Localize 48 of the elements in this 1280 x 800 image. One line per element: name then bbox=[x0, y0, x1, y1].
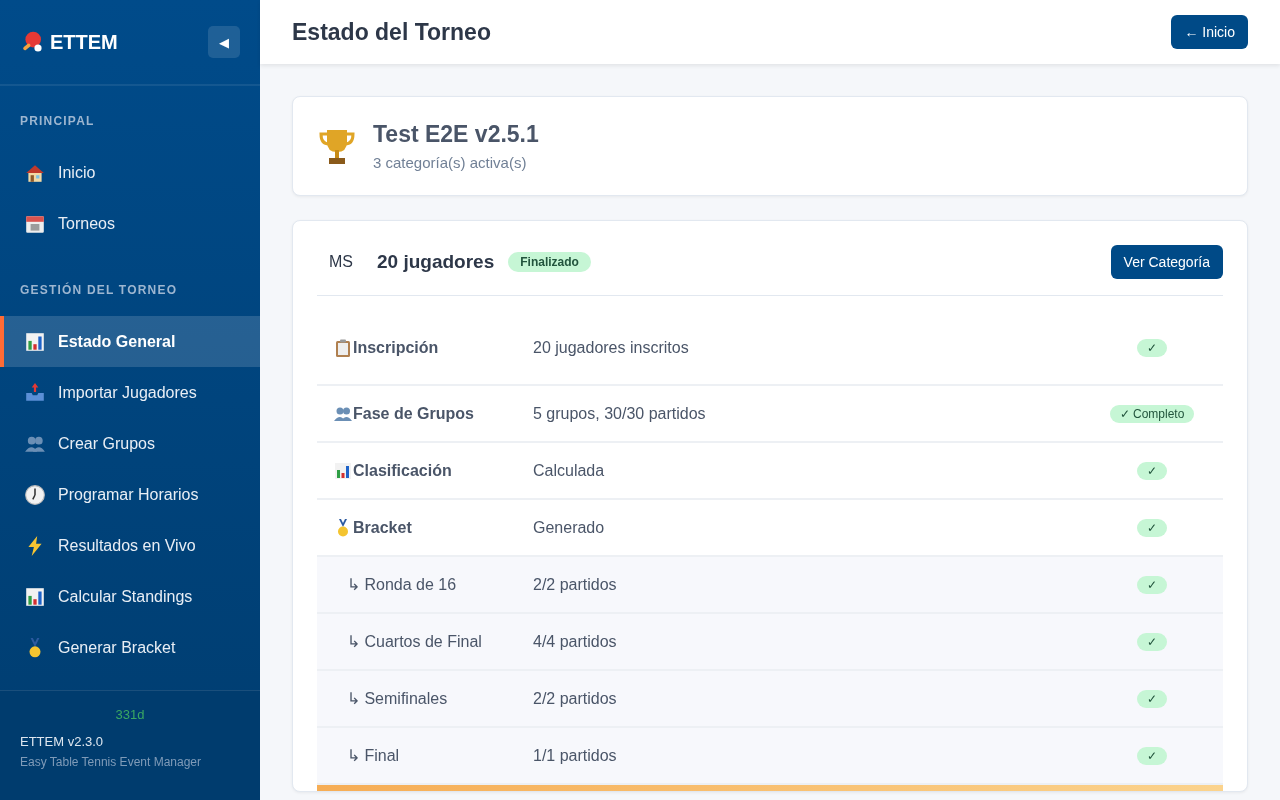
step-detail: 4/4 partidos bbox=[533, 632, 618, 651]
step-label: Inscripción bbox=[353, 339, 439, 357]
status-badge: ✓ bbox=[1137, 689, 1167, 708]
page-title: Estado del Torneo bbox=[292, 18, 491, 46]
status-badge: ✓ Completo bbox=[1109, 404, 1195, 423]
step-label: ↳ Semifinales bbox=[346, 689, 448, 708]
back-button[interactable]: ← Inicio bbox=[1171, 15, 1248, 49]
step-label: ↳ Cuartos de Final bbox=[346, 632, 482, 651]
status-badge: ✓ bbox=[1137, 339, 1167, 357]
status-badge: ✓ bbox=[1137, 746, 1167, 765]
nav-item[interactable]: Programar Horarios bbox=[0, 469, 260, 520]
status-badge: ✓ bbox=[1137, 632, 1167, 651]
step-detail: 2/2 partidos bbox=[533, 575, 618, 594]
status-badge: ✓ bbox=[1137, 575, 1167, 594]
nav-item[interactable]: Resultados en Vivo bbox=[0, 520, 260, 571]
player-count: 20 jugadores bbox=[377, 251, 495, 273]
counter-text: 331d bbox=[114, 707, 146, 722]
tagline-text: Easy Table Tennis Event Manager bbox=[20, 755, 202, 769]
collapse-button[interactable]: ◀ bbox=[208, 26, 240, 58]
nav-item[interactable]: Torneos bbox=[0, 198, 260, 249]
step-detail: Generado bbox=[533, 518, 606, 537]
nav-item[interactable]: Calcular Standings bbox=[0, 571, 260, 622]
step-label: Clasificación bbox=[353, 461, 452, 480]
step-label: ↳ Ronda de 16 bbox=[346, 575, 457, 594]
app-logo-text: ETTEM bbox=[50, 30, 118, 54]
step-detail: 5 grupos, 30/30 partidos bbox=[533, 404, 707, 423]
tournament-subtitle: 3 categoría(s) activa(s) bbox=[373, 154, 528, 171]
status-badge: Finalizado bbox=[508, 252, 591, 272]
nav-item[interactable]: Generar Bracket bbox=[0, 622, 260, 673]
nav-item[interactable]: Crear Grupos bbox=[0, 418, 260, 469]
step-label: Bracket bbox=[353, 518, 412, 537]
section-heading: PRINCIPAL bbox=[19, 113, 96, 130]
step-detail: 20 jugadores inscritos bbox=[533, 339, 690, 357]
nav-item[interactable]: Estado General bbox=[0, 316, 260, 367]
status-badge: ✓ bbox=[1137, 518, 1167, 537]
nav-item[interactable]: Importar Jugadores bbox=[0, 367, 260, 418]
step-detail: Calculada bbox=[533, 461, 606, 480]
version-text: ETTEM v2.3.0 bbox=[20, 734, 105, 749]
section-heading: GESTIÓN DEL TORNEO bbox=[19, 281, 179, 299]
step-detail: 1/1 partidos bbox=[533, 746, 618, 765]
tournament-name: Test E2E v2.5.1 bbox=[373, 121, 539, 148]
view-category-button[interactable]: Ver Categoría bbox=[1110, 245, 1223, 279]
step-label: Fase de Grupos bbox=[353, 404, 474, 423]
category-code: MS bbox=[329, 253, 354, 271]
step-label: ↳ Final bbox=[346, 746, 400, 765]
step-detail: 2/2 partidos bbox=[533, 689, 618, 708]
nav-item[interactable]: Inicio bbox=[0, 147, 260, 198]
status-badge: ✓ bbox=[1137, 461, 1167, 480]
